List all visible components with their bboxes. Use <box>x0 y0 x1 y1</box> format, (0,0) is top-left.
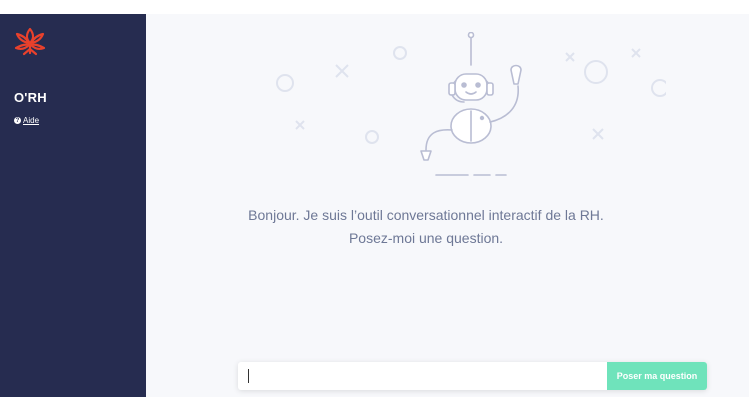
help-link[interactable]: ? Aide <box>14 116 39 125</box>
sidebar: O'RH ? Aide <box>0 14 146 397</box>
lotus-logo <box>14 27 46 56</box>
help-label: Aide <box>23 116 40 125</box>
text-caret <box>248 369 249 383</box>
question-input-bar: Poser ma question <box>238 362 707 390</box>
question-input[interactable] <box>238 362 607 390</box>
send-question-button[interactable]: Poser ma question <box>607 362 707 390</box>
question-circle-icon: ? <box>14 117 21 124</box>
app-window: O'RH ? Aide Bonjour. Je suis l’outil con… <box>0 14 749 397</box>
chat-area: Bonjour. Je suis l’outil conversationnel… <box>146 14 749 397</box>
robot-waving-illustration <box>276 32 666 176</box>
greeting-message: Bonjour. Je suis l’outil conversationnel… <box>248 207 604 246</box>
app-title: O'RH <box>14 90 47 105</box>
